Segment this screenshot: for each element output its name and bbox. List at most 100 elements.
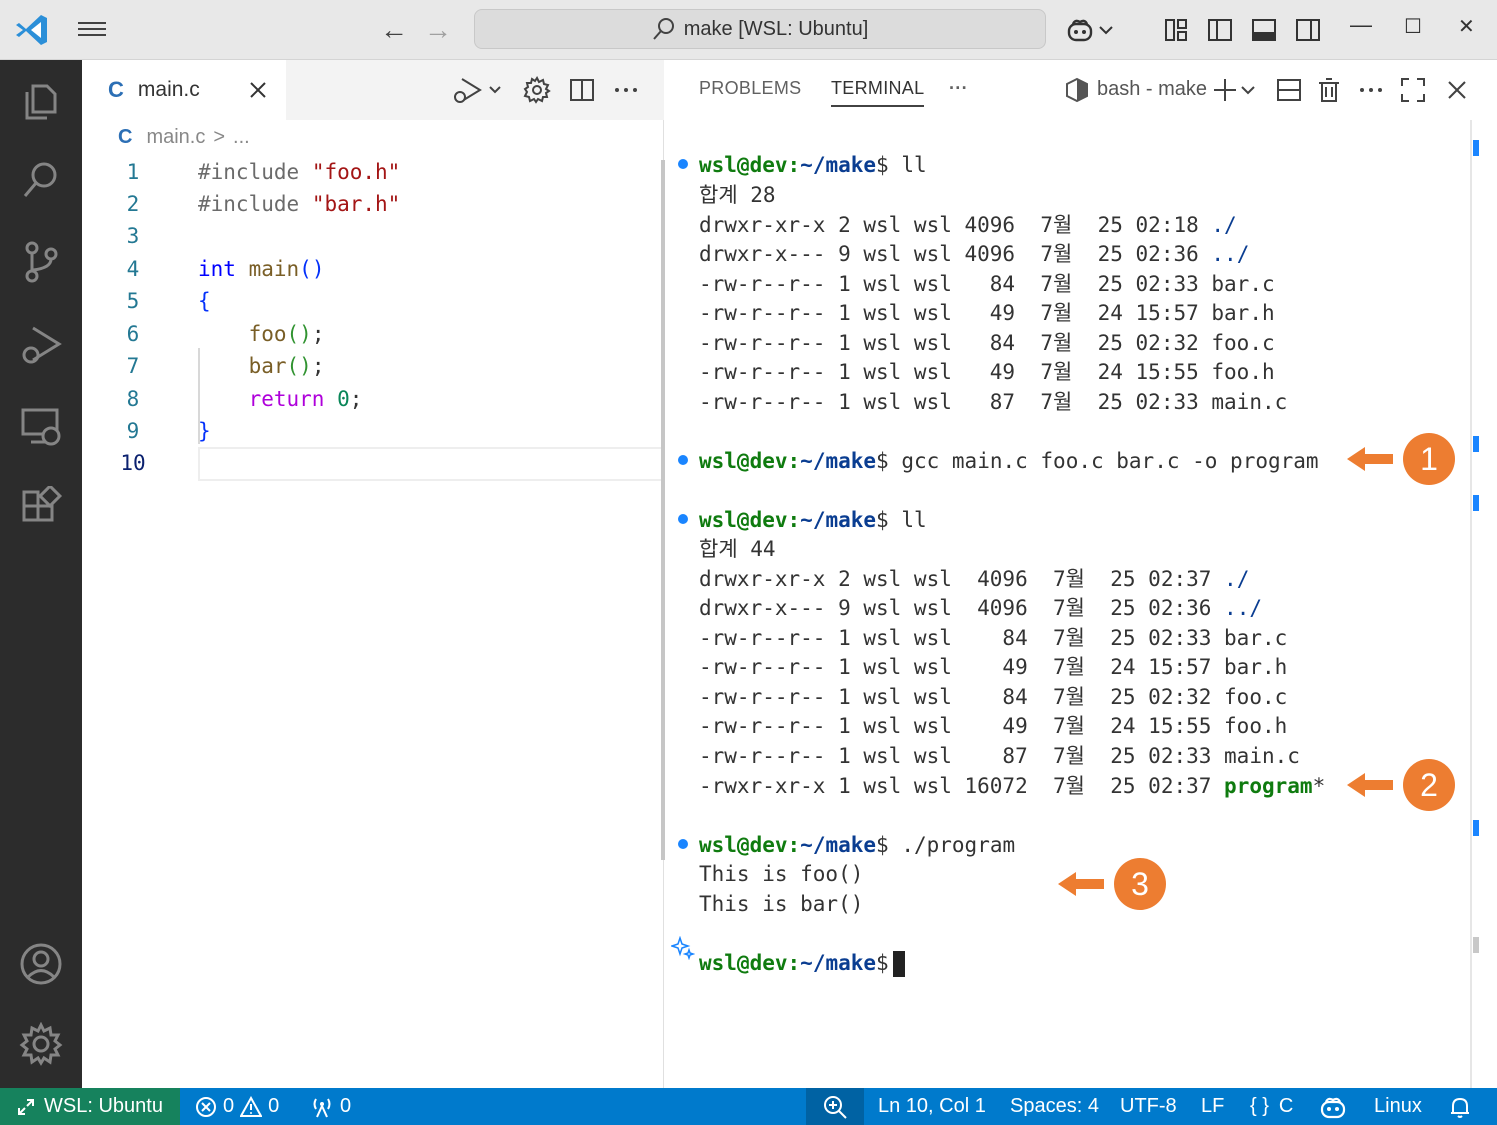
tab-main-c[interactable]: C main.c (82, 60, 286, 120)
sparkle-icon[interactable] (671, 936, 695, 960)
prompt-colon: : (787, 153, 801, 177)
search-icon (652, 18, 674, 40)
activity-bar (0, 60, 82, 1088)
split-terminal-icon[interactable] (1275, 76, 1303, 104)
terminal-line: -rw-r--r-- 1 wsl wsl 87 7월 25 02:33 main… (699, 744, 1300, 768)
minimize-button[interactable]: — (1350, 12, 1372, 38)
os-status[interactable]: Linux (1374, 1088, 1422, 1125)
cursor-position[interactable]: Ln 10, Col 1 (878, 1088, 986, 1125)
executable-marker: * (1312, 774, 1326, 798)
more-actions-icon[interactable] (1357, 76, 1385, 104)
command-decoration-icon[interactable] (678, 514, 688, 524)
breadcrumb-file[interactable]: main.c (146, 126, 205, 149)
zoom-button[interactable] (806, 1088, 864, 1125)
maximize-button[interactable]: ☐ (1404, 14, 1422, 39)
editor-group: C main.c C main.c > ... 1 #include "foo.… (82, 60, 664, 1088)
back-arrow-icon[interactable]: ← (380, 16, 408, 44)
code-line: 9 } (82, 415, 664, 447)
scrollbar-marker (1473, 436, 1479, 452)
indentation-status[interactable]: Spaces: 4 (1010, 1088, 1099, 1125)
breadcrumb-more[interactable]: ... (233, 126, 250, 149)
source-control-icon[interactable] (19, 240, 63, 284)
line-number: 5 (126, 289, 140, 313)
toggle-secondary-sidebar-icon[interactable] (1294, 16, 1322, 44)
terminal-line: drwxr-x--- 9 wsl wsl 4096 7월 25 02:36 ..… (699, 239, 1249, 269)
line-number: 7 (126, 354, 140, 378)
terminal-line: This is bar() (699, 892, 864, 916)
explorer-icon[interactable] (19, 78, 63, 122)
new-terminal-icon[interactable] (1211, 76, 1239, 104)
language-label: C (1278, 1095, 1294, 1117)
editor-tab-bar: C main.c (82, 60, 664, 120)
remote-explorer-icon[interactable] (19, 404, 63, 448)
tab-terminal[interactable]: TERMINAL (831, 78, 925, 107)
scrollbar-marker (1473, 495, 1479, 511)
return-keyword: return (248, 387, 325, 411)
listing-text: -rwxr-xr-x 1 wsl wsl 16072 7월 25 02:37 (699, 774, 1225, 798)
terminal-line: drwxr-xr-x 2 wsl wsl 4096 7월 25 02:37 ./ (699, 564, 1249, 594)
encoding-status[interactable]: UTF-8 (1120, 1088, 1177, 1125)
split-editor-icon[interactable] (568, 76, 596, 104)
command-decoration-icon[interactable] (678, 839, 688, 849)
include-string: "foo.h" (311, 160, 401, 184)
chevron-down-icon[interactable] (1096, 16, 1116, 44)
title-bar: ← → make [WSL: Ubuntu] — ☐ ✕ (0, 0, 1497, 60)
terminal-line: -rw-r--r-- 1 wsl wsl 49 7월 24 15:55 foo.… (699, 360, 1275, 384)
close-icon[interactable] (246, 78, 270, 102)
settings-gear-icon[interactable] (523, 76, 551, 104)
command-decoration-icon[interactable] (678, 455, 688, 465)
toggle-sidebar-icon[interactable] (1206, 16, 1234, 44)
extensions-icon[interactable] (19, 486, 63, 530)
command-center-search[interactable]: make [WSL: Ubuntu] (474, 9, 1046, 49)
terminal-line: -rw-r--r-- 1 wsl wsl 84 7월 25 02:32 foo.… (699, 685, 1288, 709)
ports-status[interactable]: 0 (310, 1088, 351, 1125)
gear-icon[interactable] (19, 1022, 63, 1066)
listing-text: drwxr-xr-x 2 wsl wsl 4096 7월 25 02:37 (699, 567, 1225, 591)
line-number: 2 (126, 192, 140, 216)
close-panel-icon[interactable] (1443, 76, 1471, 104)
prompt-dollar: $ (876, 153, 889, 177)
toggle-panel-icon[interactable] (1250, 16, 1278, 44)
annotation-badge: 3 (1114, 858, 1166, 910)
prompt-colon: : (787, 833, 801, 857)
customize-layout-icon[interactable] (1162, 16, 1190, 44)
prompt-user: wsl@dev (699, 508, 788, 532)
terminal-prompt-line: wsl@dev:~/make$ (699, 948, 905, 978)
maximize-panel-icon[interactable] (1399, 76, 1427, 104)
terminal-line: -rw-r--r-- 1 wsl wsl 49 7월 24 15:57 bar.… (699, 301, 1275, 325)
breadcrumb: C main.c > ... (118, 126, 250, 149)
terminal-prompt-line: wsl@dev:~/make$ ll (699, 150, 927, 180)
terminal-scrollbar[interactable] (1470, 120, 1472, 1125)
run-debug-icon[interactable] (19, 322, 63, 366)
accounts-icon[interactable] (19, 942, 63, 986)
run-debug-file-icon[interactable] (452, 76, 504, 104)
close-window-button[interactable]: ✕ (1458, 14, 1475, 39)
dir-name: ./ (1211, 213, 1237, 237)
brace: } (198, 419, 211, 443)
terminal-line: drwxr-xr-x 2 wsl wsl 4096 7월 25 02:18 ./ (699, 210, 1237, 240)
copilot-status[interactable] (1320, 1088, 1346, 1125)
terminal-name[interactable]: bash - make (1097, 78, 1207, 101)
command-decoration-icon[interactable] (678, 159, 688, 169)
terminal-cursor (892, 951, 905, 977)
trash-icon[interactable] (1315, 76, 1343, 104)
zoom-icon (824, 1095, 847, 1119)
notifications-button[interactable] (1448, 1088, 1472, 1125)
forward-arrow-icon[interactable]: → (424, 16, 452, 44)
chevron-down-icon[interactable] (1239, 76, 1257, 104)
panel-more-tabs[interactable]: ··· (949, 78, 968, 99)
menu-hamburger-icon[interactable] (76, 18, 108, 42)
language-mode[interactable]: { } C (1250, 1088, 1293, 1125)
tab-problems[interactable]: PROBLEMS (699, 78, 801, 99)
panel-tab-bar: PROBLEMS TERMINAL ··· bash - make (665, 60, 1497, 120)
preprocessor-directive: #include (198, 160, 300, 184)
scrollbar-marker (1473, 140, 1479, 156)
more-actions-icon[interactable] (612, 76, 640, 104)
search-icon[interactable] (19, 158, 63, 202)
eol-status[interactable]: LF (1201, 1088, 1224, 1125)
line-number: 3 (126, 224, 140, 248)
problems-status[interactable]: 0 0 (195, 1088, 279, 1125)
copilot-icon[interactable] (1066, 16, 1094, 44)
error-count: 0 (223, 1095, 235, 1117)
remote-indicator[interactable]: WSL: Ubuntu (0, 1088, 180, 1125)
